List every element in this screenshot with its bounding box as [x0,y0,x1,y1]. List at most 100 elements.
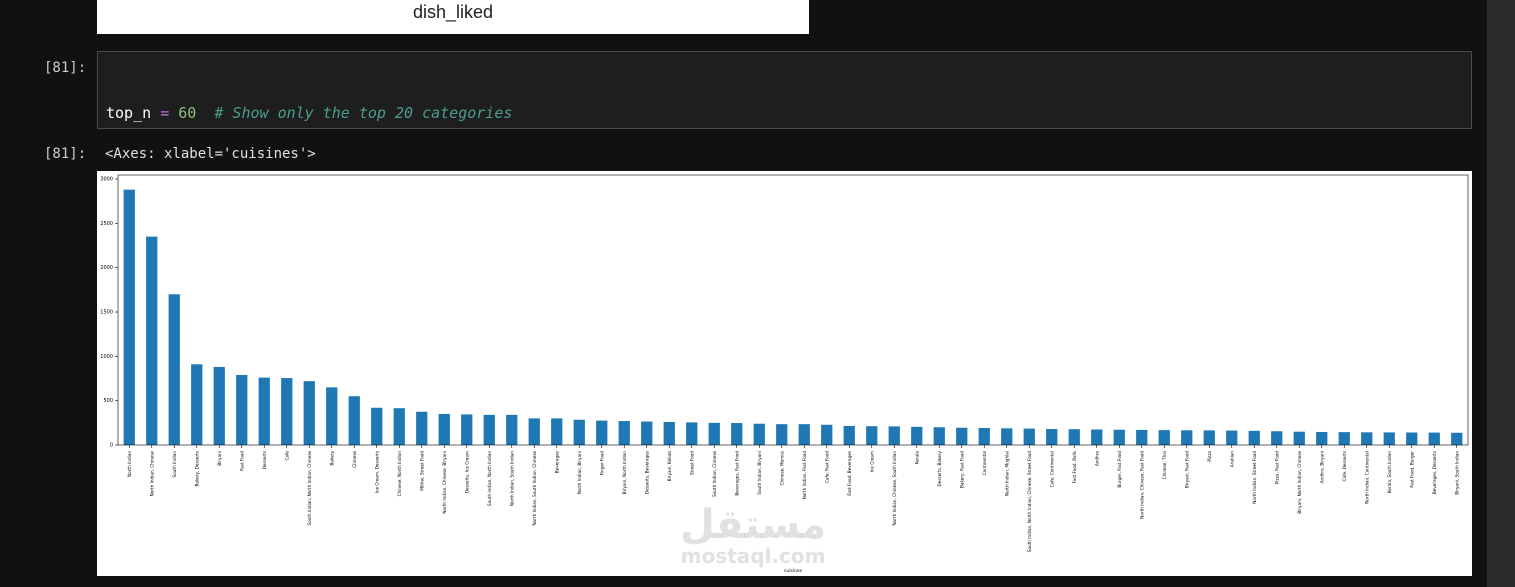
x-tick-label: Biryani, North Indian [622,451,627,495]
x-tick-label: North Indian, Chinese [149,451,154,497]
previous-plot-xlabel: dish_liked [412,2,494,22]
x-tick-label: South Indian, Biryani [757,451,762,495]
bar [1181,430,1193,445]
bar [191,364,203,445]
plot-frame [117,174,1469,446]
bar [821,424,833,445]
bar [393,408,405,445]
bar [573,419,585,445]
x-tick-label: Cafe, Desserts [1342,451,1347,482]
bar [1001,428,1013,445]
code-token: # Show only the top 20 categories [214,104,513,122]
x-tick-label: Chinese, Momos [779,451,784,485]
x-tick-label: Fast Food, Rolls [1072,451,1077,483]
bar [1271,431,1283,445]
x-tick-label: South Indian, North Indian [487,451,492,506]
bar [1338,432,1350,445]
bar [168,294,180,445]
bar [1023,428,1035,445]
bar [371,407,383,445]
bar [1091,429,1103,445]
bar [213,366,225,445]
bar [978,427,990,445]
x-tick-label: North Indian, Chinese, South Indian [892,451,897,526]
bar [303,381,315,445]
code-token: 60 [178,104,197,122]
input-prompt: [81]: [44,60,87,76]
bar [1158,430,1170,445]
bar [1046,429,1058,445]
x-tick-label: Mithai, Street Food [419,451,424,491]
previous-output-plot: dish_liked [97,0,809,34]
bar [461,414,473,445]
bar [843,425,855,445]
bar [528,418,540,445]
x-tick-label: Fast Food, Beverages [847,451,852,496]
x-tick-label: Andhra [1094,451,1099,467]
x-tick-label: Pizza, Fast Food [1274,451,1279,484]
bar [348,396,360,445]
x-tick-label: North Indian, Fast Food [802,451,807,500]
bar [1451,432,1463,445]
bar [258,377,270,445]
x-tick-label: Cafe [284,451,289,461]
x-tick-label: Arabian [1229,451,1234,468]
x-tick-label: Beverages, Desserts [1432,451,1437,494]
bar [798,424,810,445]
bar [416,411,428,445]
x-tick-label: Chinese [352,451,357,468]
x-tick-label: Biryani, Kebab [667,451,672,482]
code-cell-editor[interactable]: top_n = 60 # Show only the top 20 catego… [97,51,1472,188]
bar [1203,430,1215,445]
x-tick-label: Kerala, South Indian [1387,451,1392,494]
x-tick-label: Kerala [914,451,919,465]
bar [483,414,495,445]
x-tick-label: Cafe, Continental [1049,451,1054,487]
bar [641,421,653,445]
x-tick-label: Finger Food [599,451,604,476]
bar [551,418,563,445]
x-tick-label: North Indian, Street Food [1252,451,1257,504]
bar [1406,432,1418,445]
bar [146,236,158,445]
y-tick-label: 2500 [100,221,113,227]
bar [1316,431,1328,445]
bar [708,422,720,445]
x-tick-label: Desserts [262,451,267,469]
x-tick-label: Biryani, South Indian [1454,451,1459,495]
x-tick-label: North Indian [127,451,132,477]
x-tick-label: Fast Food [239,451,244,471]
x-tick-label: Chinese, Thai [1162,451,1167,479]
bar [1383,432,1395,445]
bar [686,422,698,445]
bar [731,423,743,445]
x-axis-label: cuisines [784,568,803,574]
bar [888,426,900,445]
x-tick-label: Ice Cream [869,451,874,472]
bar [956,427,968,445]
x-tick-label: Street Food [689,451,694,475]
bar [866,426,878,445]
output-text: <Axes: xlabel='cuisines'> [105,146,316,162]
x-tick-label: South Indian, North Indian, Chinese [307,451,312,526]
output-prompt: [81]: [44,146,87,162]
x-tick-label: South Indian [172,451,177,478]
x-tick-label: Desserts, Beverages [644,451,649,494]
x-tick-label: Beverages [554,451,559,473]
bar [663,421,675,445]
bar [1113,429,1125,445]
x-tick-label: Ice Cream, Desserts [374,451,379,493]
bar [933,427,945,445]
bar [1293,431,1305,445]
bar [506,414,518,445]
bar [123,189,135,445]
x-tick-label: Biryani, Fast Food [1184,451,1189,488]
bar-chart-output: North Indian North Indian, Chinese South I… [97,171,1472,576]
y-tick-label: 2000 [100,265,113,271]
bar [236,374,248,445]
scrollbar[interactable] [1487,0,1515,587]
bar [596,420,608,445]
